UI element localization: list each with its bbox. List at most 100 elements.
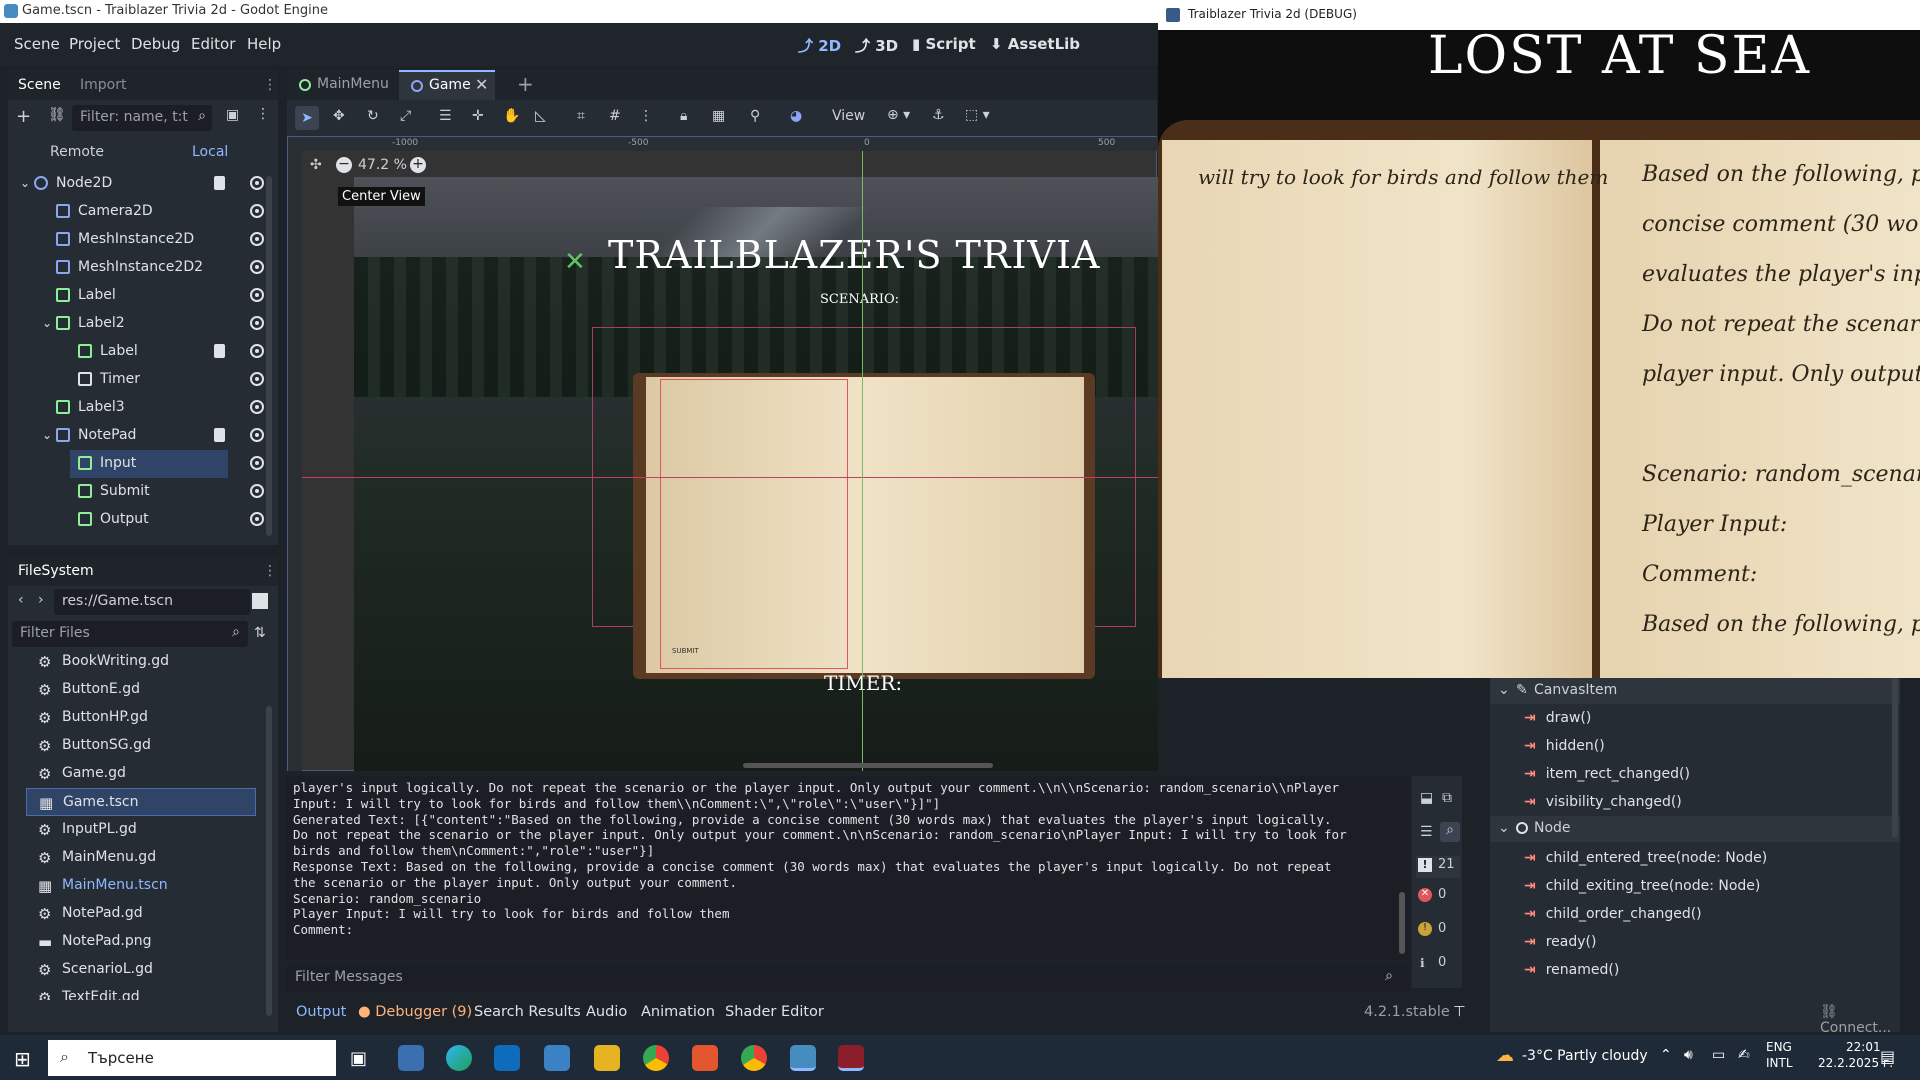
signal-item[interactable]: ⇥ draw() (1524, 710, 1591, 726)
file-item[interactable]: ⚙ NotePad.gd (26, 900, 256, 928)
add-node-icon[interactable]: + (16, 106, 31, 127)
scene-more-icon[interactable]: ⋮ (256, 106, 270, 122)
windows-start-icon[interactable]: ⊞ (14, 1047, 31, 1071)
visibility-eye-icon[interactable] (250, 484, 264, 498)
visibility-eye-icon[interactable] (250, 288, 264, 302)
pan-tool-icon[interactable]: ✋ (503, 108, 520, 124)
tab-game[interactable]: Game ✕ (399, 70, 495, 100)
menu-editor[interactable]: Editor (191, 35, 235, 53)
anchor-icon[interactable]: ⚓ (932, 107, 945, 123)
outlook-icon[interactable] (494, 1045, 520, 1071)
clock-time[interactable]: 22:01 (1846, 1040, 1881, 1054)
clear-output-icon[interactable]: ⬓ (1420, 790, 1433, 806)
visibility-eye-icon[interactable] (250, 372, 264, 386)
mode-2d-button[interactable]: ⤴ 2D (798, 35, 841, 56)
file-item[interactable]: ▦ MainMenu.tscn (26, 872, 256, 900)
menu-debug[interactable]: Debug (131, 35, 180, 53)
file-item[interactable]: ⚙ BookWriting.gd (26, 650, 256, 676)
signals-scrollbar[interactable] (1892, 678, 1898, 838)
filter-files-input[interactable]: Filter Files ⌕ (12, 621, 248, 647)
mode-3d-button[interactable]: ⤴ 3D (855, 35, 898, 56)
scene-tree-node[interactable]: Output (8, 506, 263, 534)
tab-import[interactable]: Import (80, 77, 126, 93)
error-icon[interactable]: ✕ (1418, 888, 1432, 902)
scene-tree-node[interactable]: ⌄ Label2 (8, 310, 263, 338)
menu-project[interactable]: Project (69, 35, 120, 53)
expand-chevron-icon[interactable]: ⌄ (18, 176, 32, 190)
scene-tree-node[interactable]: Camera2D (8, 198, 263, 226)
visibility-eye-icon[interactable] (250, 428, 264, 442)
console-scrollbar[interactable] (1399, 892, 1405, 954)
file-item[interactable]: ▬ NotePad.png (26, 928, 256, 956)
scene-filter-input[interactable]: Filter: name, t:t ⌕ (72, 105, 212, 131)
signal-item[interactable]: ⇥ child_entered_tree(node: Node) (1524, 850, 1767, 866)
scene-tree-node[interactable]: Label (8, 338, 263, 366)
back-arrow-icon[interactable]: ‹ (18, 592, 24, 608)
scene-tree-node[interactable]: Submit (8, 478, 263, 506)
keyboard-layout[interactable]: INTL (1766, 1056, 1793, 1070)
scene-tree-node[interactable]: ⌄ NotePad (8, 422, 263, 450)
file-item[interactable]: ⚙ Game.gd (26, 760, 256, 788)
script-icon[interactable] (214, 428, 225, 442)
sort-icon[interactable]: ⇅ (254, 625, 266, 641)
move-tool-icon[interactable]: ✥ (333, 108, 345, 124)
scene-tree-node[interactable]: MeshInstance2D2 (8, 254, 263, 282)
scene-tree-node[interactable]: Label (8, 282, 263, 310)
scene-tree-node[interactable]: Timer (8, 366, 263, 394)
chrome-icon[interactable] (643, 1045, 669, 1071)
pen-icon[interactable]: ✍ (1738, 1047, 1750, 1063)
visibility-eye-icon[interactable] (250, 260, 264, 274)
connect-button[interactable]: ⛓ Connect... (1820, 1004, 1900, 1036)
signal-item[interactable]: ⇥ item_rect_changed() (1524, 766, 1690, 782)
select-tool-icon[interactable]: ➤ (295, 106, 319, 130)
forward-arrow-icon[interactable]: › (38, 592, 44, 608)
file-item[interactable]: ⚙ ButtonE.gd (26, 676, 256, 704)
file-item[interactable]: ⚙ MainMenu.gd (26, 844, 256, 872)
bottom-tab-shader-editor[interactable]: Shader Editor (725, 1004, 824, 1020)
group-icon[interactable]: ▦ (712, 108, 725, 124)
bottom-tab-debugger[interactable]: ● Debugger (9) (358, 1004, 472, 1020)
wrap-icon[interactable]: ☰ (1420, 824, 1433, 840)
network-icon[interactable]: ▭ (1712, 1047, 1725, 1063)
file-item[interactable]: ⚙ InputPL.gd (26, 816, 256, 844)
visibility-eye-icon[interactable] (250, 344, 264, 358)
script-icon[interactable] (214, 176, 225, 190)
visibility-eye-icon[interactable] (250, 456, 264, 470)
filter-messages-input[interactable]: Filter Messages ⌕ (287, 964, 1409, 992)
file-item[interactable]: ⚙ ButtonHP.gd (26, 704, 256, 732)
local-button[interactable]: Local (192, 144, 228, 160)
signal-item[interactable]: ⇥ child_order_changed() (1524, 906, 1702, 922)
viewport-scrollbar[interactable] (743, 763, 993, 768)
visibility-eye-icon[interactable] (250, 204, 264, 218)
snap-region-icon[interactable]: ⬚ ▾ (965, 107, 990, 123)
store-icon[interactable] (544, 1045, 570, 1071)
rotate-tool-icon[interactable]: ↻ (367, 108, 379, 124)
signal-item[interactable]: ⇥ visibility_changed() (1524, 794, 1682, 810)
input-selection-box[interactable] (660, 379, 848, 669)
app-w-icon[interactable] (692, 1045, 718, 1071)
search-toggle-icon[interactable]: ⌕ (1440, 822, 1460, 842)
expand-chevron-icon[interactable]: ⌄ (40, 428, 54, 442)
scene-tree-node[interactable]: Label3 (8, 394, 263, 422)
bottom-tab-output[interactable]: Output (296, 1004, 346, 1020)
expand-chevron-icon[interactable]: ⌄ (40, 316, 54, 330)
scene-tree-node[interactable]: ⌄ Node2D (8, 170, 263, 198)
filesystem-menu-icon[interactable]: ⋮ (263, 563, 277, 579)
info-icon[interactable]: ℹ (1420, 956, 1425, 970)
canvas-viewport[interactable]: -1000 -500 0 500 ✣ − 47.2 % + Center Vie… (287, 136, 1158, 771)
tab-mainmenu[interactable]: MainMenu (287, 70, 397, 100)
scene-tree-scrollbar[interactable] (266, 176, 272, 536)
calculator-icon[interactable] (398, 1045, 424, 1071)
scene-tree-node[interactable]: Input (70, 450, 228, 478)
weather-text[interactable]: -3°C Partly cloudy (1522, 1048, 1648, 1064)
scale-tool-icon[interactable]: ⤢ (400, 108, 411, 124)
center-view-icon[interactable]: ✣ (310, 157, 322, 173)
bottom-tab-audio[interactable]: Audio (586, 1004, 627, 1020)
notification-icon[interactable]: ▤ (1880, 1047, 1895, 1066)
task-view-icon[interactable]: ▣ (350, 1048, 367, 1069)
grid-snap-icon[interactable]: # (609, 108, 621, 124)
visibility-icon[interactable]: ◕ (790, 108, 802, 124)
file-list-scrollbar[interactable] (266, 706, 272, 1016)
messages-filter[interactable]: ! 21 (1416, 856, 1460, 878)
remote-button[interactable]: Remote (50, 144, 104, 160)
